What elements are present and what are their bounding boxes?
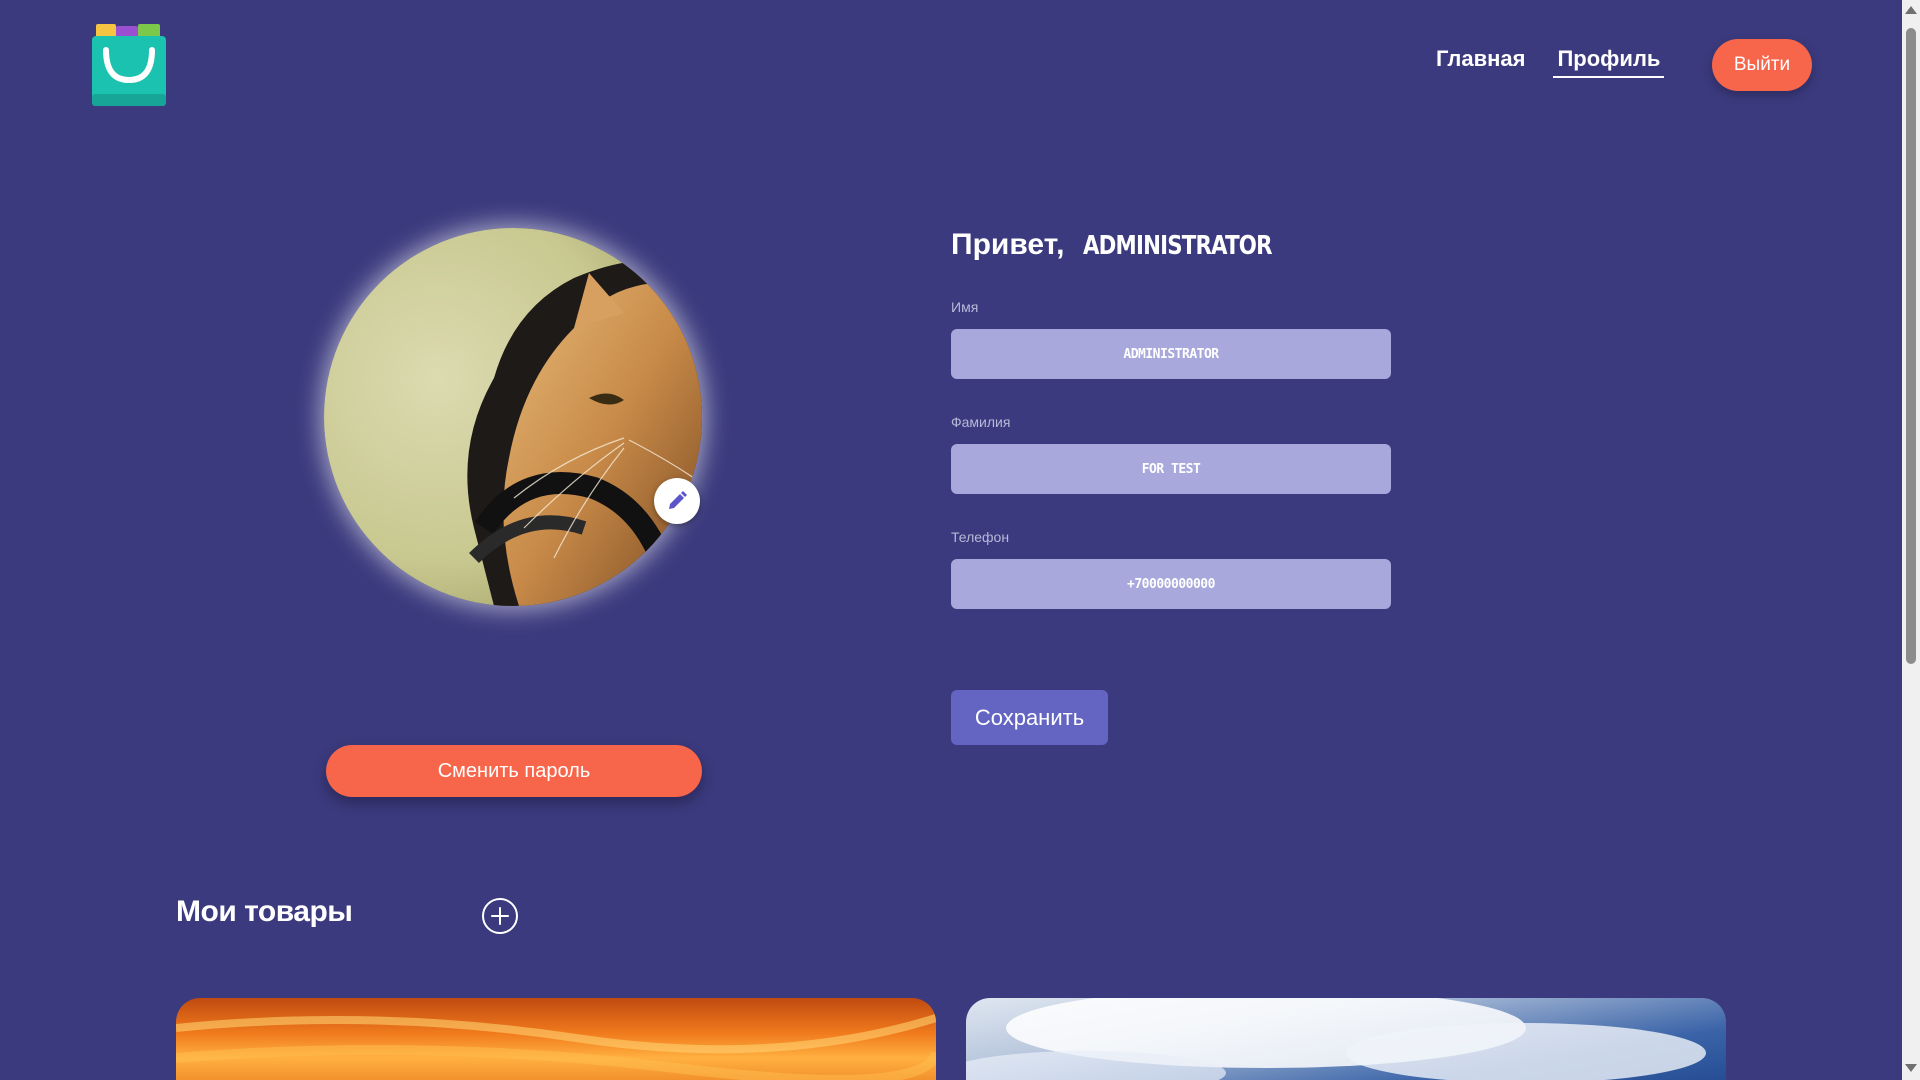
last-name-field[interactable] [951,444,1391,494]
product-card[interactable] [966,998,1726,1080]
edit-avatar-button[interactable] [654,478,700,524]
sunset-sky-photo [176,1014,936,1080]
my-products-title: Мои товары [176,895,353,928]
phone-field[interactable] [951,559,1391,609]
page-scrollbar[interactable] [1902,0,1920,1080]
scrollbar-thumb[interactable] [1906,28,1916,664]
clouds-sky-photo [966,998,1706,1080]
pencil-icon [669,491,687,509]
first-name-label: Имя [951,299,979,315]
product-card[interactable] [176,998,936,1080]
change-password-button[interactable]: Сменить пароль [326,745,702,797]
greeting-heading: Привет, ADMINISTRATOR [951,228,1313,262]
scroll-up-arrow-icon[interactable] [1905,6,1917,14]
scroll-down-arrow-icon[interactable] [1905,1064,1917,1072]
logout-button[interactable]: Выйти [1712,39,1812,91]
main-nav: Главная Профиль [1436,46,1665,78]
greeting-username: ADMINISTRATOR [1082,231,1273,261]
nav-home-link[interactable]: Главная [1436,46,1525,78]
plus-circle-icon [491,907,509,925]
nav-profile-link[interactable]: Профиль [1553,46,1665,78]
profile-page: Главная Профиль Выйти Сменить пароль При… [0,0,1902,1080]
shopping-bag-icon[interactable] [92,24,166,106]
phone-label: Телефон [951,529,1010,545]
first-name-field[interactable] [951,329,1391,379]
save-button[interactable]: Сохранить [951,690,1108,745]
avatar-container [324,228,702,606]
add-product-button[interactable] [482,898,518,934]
greeting-text: Привет, [951,228,1065,261]
last-name-label: Фамилия [951,414,1011,430]
avatar [324,228,702,606]
cat-with-headphones-photo [324,228,702,606]
